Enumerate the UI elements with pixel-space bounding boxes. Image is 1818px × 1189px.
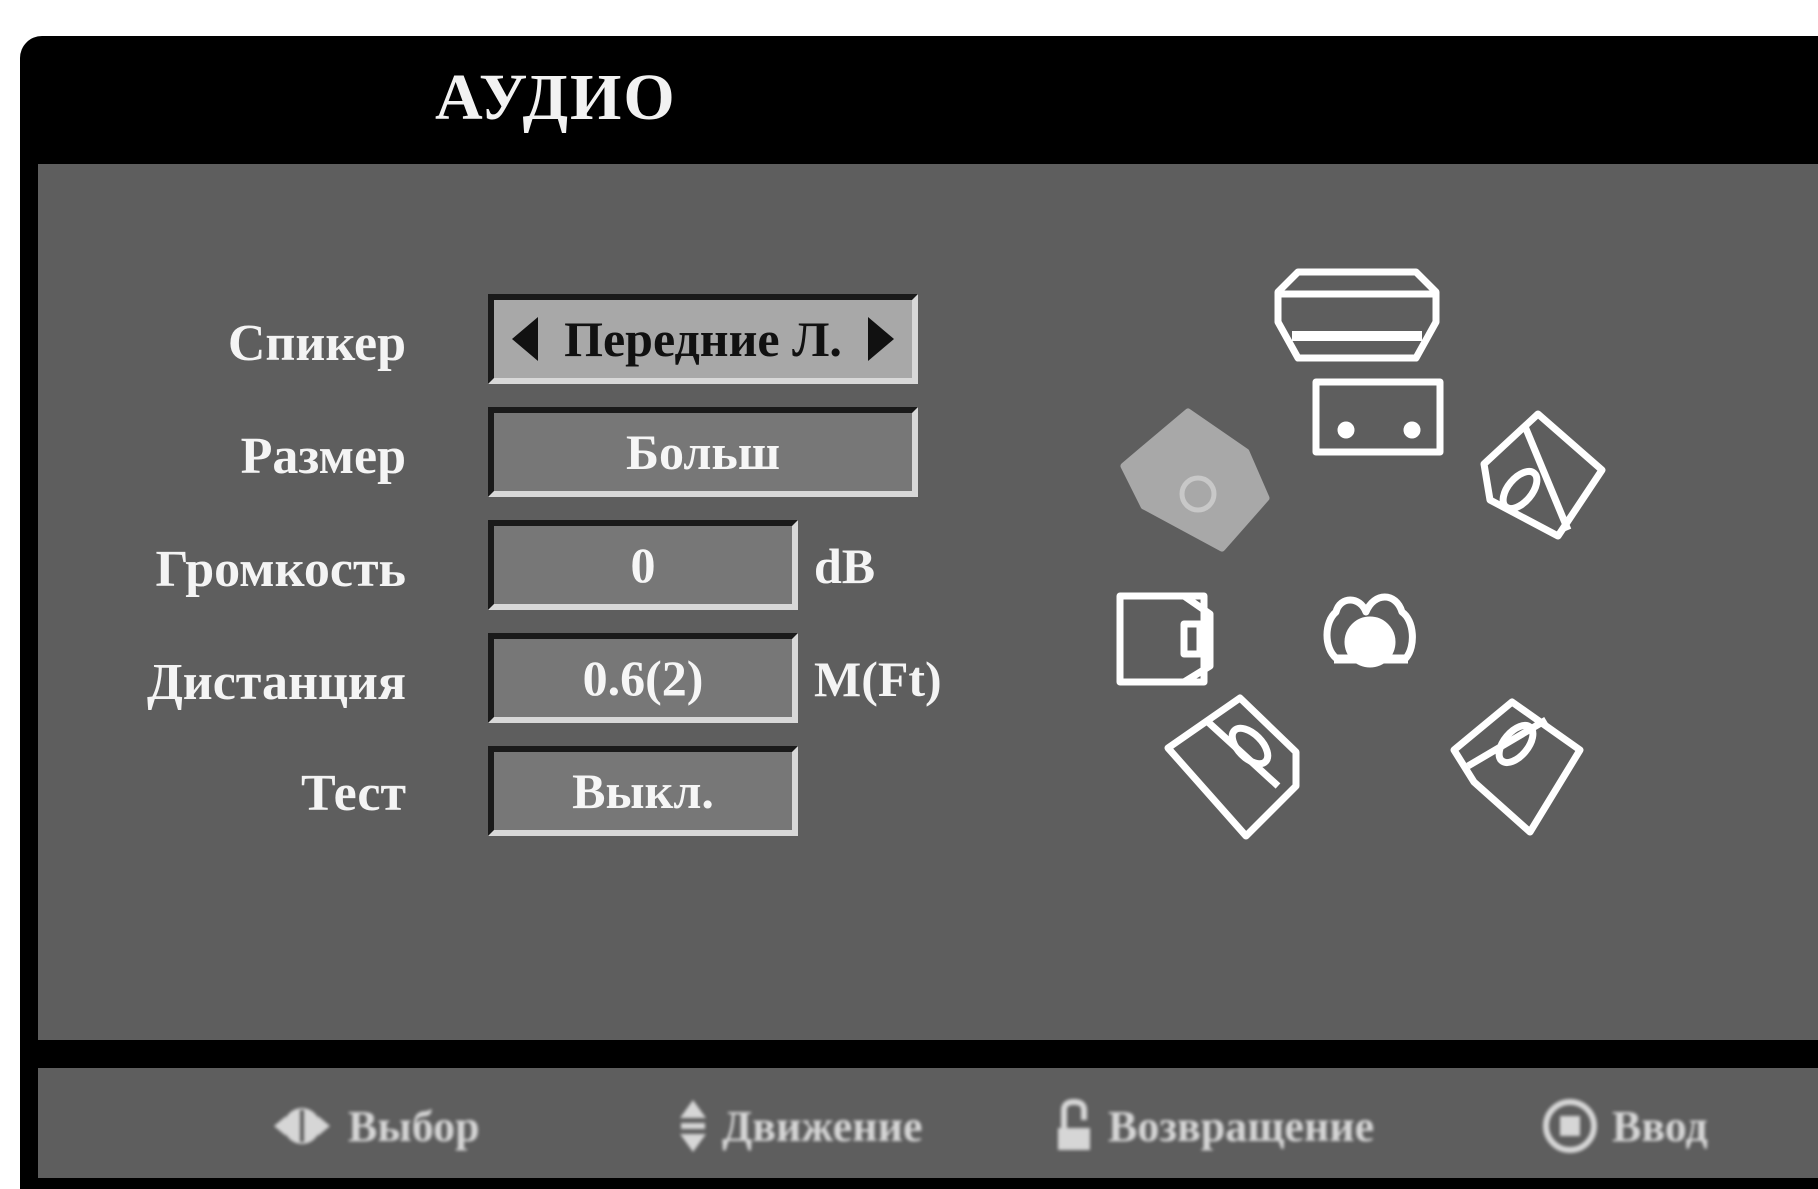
speaker-value: Передние Л. xyxy=(564,311,842,367)
distance-label: Дистанция xyxy=(146,654,406,711)
test-label: Тест xyxy=(300,765,406,822)
volume-field[interactable]: 0 xyxy=(488,520,798,610)
up-down-icon xyxy=(680,1100,706,1152)
enter-icon xyxy=(1543,1099,1597,1153)
hint-return-label: Возвращение xyxy=(1108,1101,1375,1151)
left-right-icon xyxy=(274,1108,330,1144)
hint-enter-label: Ввод xyxy=(1612,1101,1708,1151)
menu-title: АУДИО xyxy=(435,61,677,134)
surround-left-speaker-icon[interactable] xyxy=(1164,694,1300,840)
surround-right-speaker-icon[interactable] xyxy=(1450,698,1584,836)
front-left-speaker-icon[interactable] xyxy=(1120,408,1270,552)
speaker-layout-diagram xyxy=(1116,268,1606,840)
distance-unit: M(Ft) xyxy=(814,651,942,707)
distance-field[interactable]: 0.6(2) xyxy=(488,633,798,723)
hint-move-label: Движение xyxy=(722,1101,923,1151)
speaker-label: Спикер xyxy=(227,315,406,372)
hint-select: Выбор xyxy=(270,1096,480,1156)
distance-value: 0.6(2) xyxy=(582,650,704,706)
hint-select-label: Выбор xyxy=(348,1101,480,1151)
front-right-speaker-icon[interactable] xyxy=(1480,410,1606,540)
center-speaker-icon[interactable] xyxy=(1274,268,1440,362)
size-label: Размер xyxy=(240,428,406,485)
speaker-selector[interactable]: Передние Л. xyxy=(488,294,918,384)
test-field[interactable]: Выкл. xyxy=(488,746,798,836)
arrow-right-icon[interactable] xyxy=(868,317,894,361)
listener-icon xyxy=(1323,593,1416,668)
volume-unit: dB xyxy=(814,538,876,594)
footer-hint-bar: Выбор Движение Возвращение Ввод xyxy=(38,1068,1818,1178)
arrow-left-icon[interactable] xyxy=(512,317,538,361)
hint-return: Возвращение xyxy=(1054,1096,1374,1156)
volume-value: 0 xyxy=(630,537,656,593)
hint-move: Движение xyxy=(678,1096,922,1156)
subwoofer-speaker-icon[interactable] xyxy=(1116,592,1214,686)
size-field[interactable]: Больш xyxy=(488,407,918,497)
size-value: Больш xyxy=(625,424,781,480)
center-box-icon xyxy=(1312,378,1444,456)
osd-window: АУДИО Спикер Передние Л. Размер Больш Гр… xyxy=(20,36,1818,1189)
test-value: Выкл. xyxy=(572,763,714,819)
hint-enter: Ввод xyxy=(1542,1096,1708,1156)
volume-label: Громкость xyxy=(155,541,406,598)
return-icon xyxy=(1058,1098,1090,1150)
